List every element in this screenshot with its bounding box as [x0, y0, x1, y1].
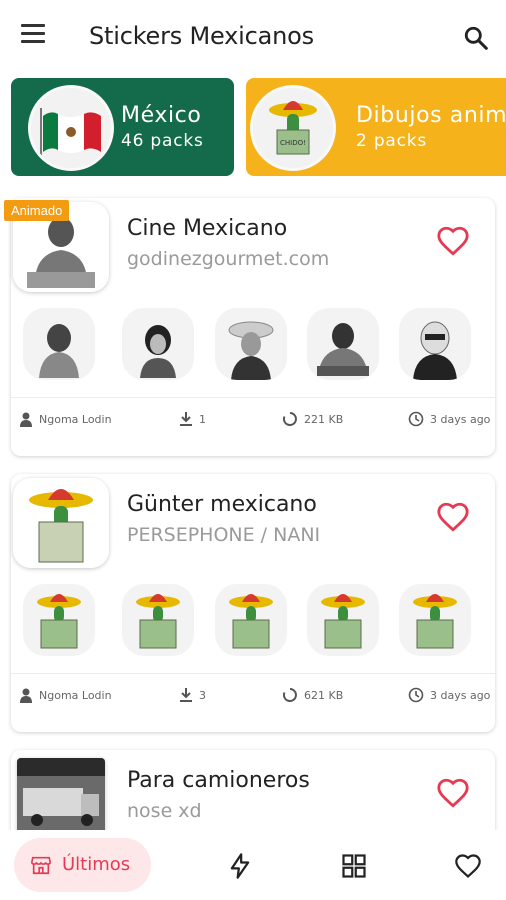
pack-card-cine-mexicano[interactable]: Cine Mexicano godinezgourmet.com Ngoma L…	[11, 198, 495, 456]
category-count: 46 packs	[121, 131, 204, 151]
sticker-thumbnail[interactable]	[399, 584, 471, 656]
pack-title: Para camioneros	[127, 768, 310, 793]
category-carousel[interactable]: México 46 packs CHIDO! Dibujos animados …	[0, 78, 506, 176]
nav-latest-label: Últimos	[62, 854, 131, 875]
data-size-icon	[282, 412, 297, 426]
category-name: México	[121, 103, 202, 128]
author-meta: Ngoma Lodin	[19, 685, 112, 705]
sticker-thumbnail[interactable]	[307, 308, 379, 380]
download-icon	[180, 688, 192, 702]
category-count: 2 packs	[356, 131, 428, 151]
mexico-flag-icon	[28, 85, 114, 171]
hamburger-menu-icon[interactable]	[20, 24, 50, 50]
pack-title: Günter mexicano	[127, 492, 317, 517]
pack-cover-image	[13, 478, 109, 568]
clock-icon	[408, 687, 424, 703]
pack-size: 621 KB	[304, 688, 344, 702]
pack-size: 221 KB	[304, 412, 344, 426]
sombrero-cactus-icon: CHIDO!	[250, 85, 336, 171]
age-meta: 3 days ago	[408, 685, 490, 705]
size-meta: 221 KB	[282, 409, 343, 429]
category-card-mexico[interactable]: México 46 packs	[11, 78, 234, 176]
data-size-icon	[282, 688, 297, 702]
author-name: Ngoma Lodin	[39, 412, 112, 426]
downloads-meta: 1	[179, 409, 206, 429]
sticker-thumbnail[interactable]	[122, 308, 194, 380]
size-meta: 621 KB	[282, 685, 343, 705]
store-icon	[31, 856, 51, 875]
sticker-thumbnail[interactable]	[399, 308, 471, 380]
user-icon	[20, 412, 32, 427]
pack-cover-image	[17, 758, 105, 834]
clock-icon	[408, 411, 424, 427]
card-divider	[11, 397, 495, 398]
favorite-heart-icon[interactable]	[435, 776, 471, 810]
search-icon[interactable]	[463, 25, 489, 51]
sticker-thumbnail[interactable]	[215, 584, 287, 656]
pack-title: Cine Mexicano	[127, 216, 288, 241]
pack-card-gunter-mexicano[interactable]: Günter mexicano PERSEPHONE / NANI Ngoma …	[11, 474, 495, 732]
grid-icon[interactable]	[340, 852, 368, 880]
sticker-thumbnail[interactable]	[23, 584, 95, 656]
pack-subtitle: godinezgourmet.com	[127, 248, 330, 270]
sticker-thumbnail[interactable]	[307, 584, 379, 656]
user-icon	[20, 688, 32, 703]
sticker-thumbnail[interactable]	[215, 308, 287, 380]
app-title: Stickers Mexicanos	[89, 22, 314, 50]
heart-icon[interactable]	[454, 852, 482, 880]
sticker-preview-row	[11, 584, 495, 658]
pack-subtitle: PERSEPHONE / NANI	[127, 524, 321, 546]
author-name: Ngoma Lodin	[39, 688, 112, 702]
favorite-heart-icon[interactable]	[435, 500, 471, 534]
downloads-meta: 3	[179, 685, 206, 705]
category-card-cartoons[interactable]: CHIDO! Dibujos animados 2 packs	[246, 78, 506, 176]
bottom-navigation: Últimos	[0, 830, 506, 900]
sticker-thumbnail[interactable]	[23, 308, 95, 380]
bolt-icon[interactable]	[226, 852, 254, 880]
sticker-thumbnail[interactable]	[122, 584, 194, 656]
app-bar: Stickers Mexicanos	[0, 0, 506, 72]
favorite-heart-icon[interactable]	[435, 224, 471, 258]
pack-subtitle: nose xd	[127, 800, 202, 822]
download-count: 1	[199, 412, 206, 426]
category-name: Dibujos animados	[356, 103, 506, 128]
animated-badge: Animado	[4, 200, 70, 221]
pack-age: 3 days ago	[430, 412, 491, 426]
sticker-preview-row	[11, 308, 495, 382]
svg-text:CHIDO!: CHIDO!	[280, 139, 306, 147]
nav-latest-button[interactable]: Últimos	[14, 838, 151, 892]
pack-age: 3 days ago	[430, 688, 491, 702]
download-count: 3	[199, 688, 206, 702]
author-meta: Ngoma Lodin	[19, 409, 112, 429]
download-icon	[180, 412, 192, 426]
age-meta: 3 days ago	[408, 409, 490, 429]
card-divider	[11, 673, 495, 674]
